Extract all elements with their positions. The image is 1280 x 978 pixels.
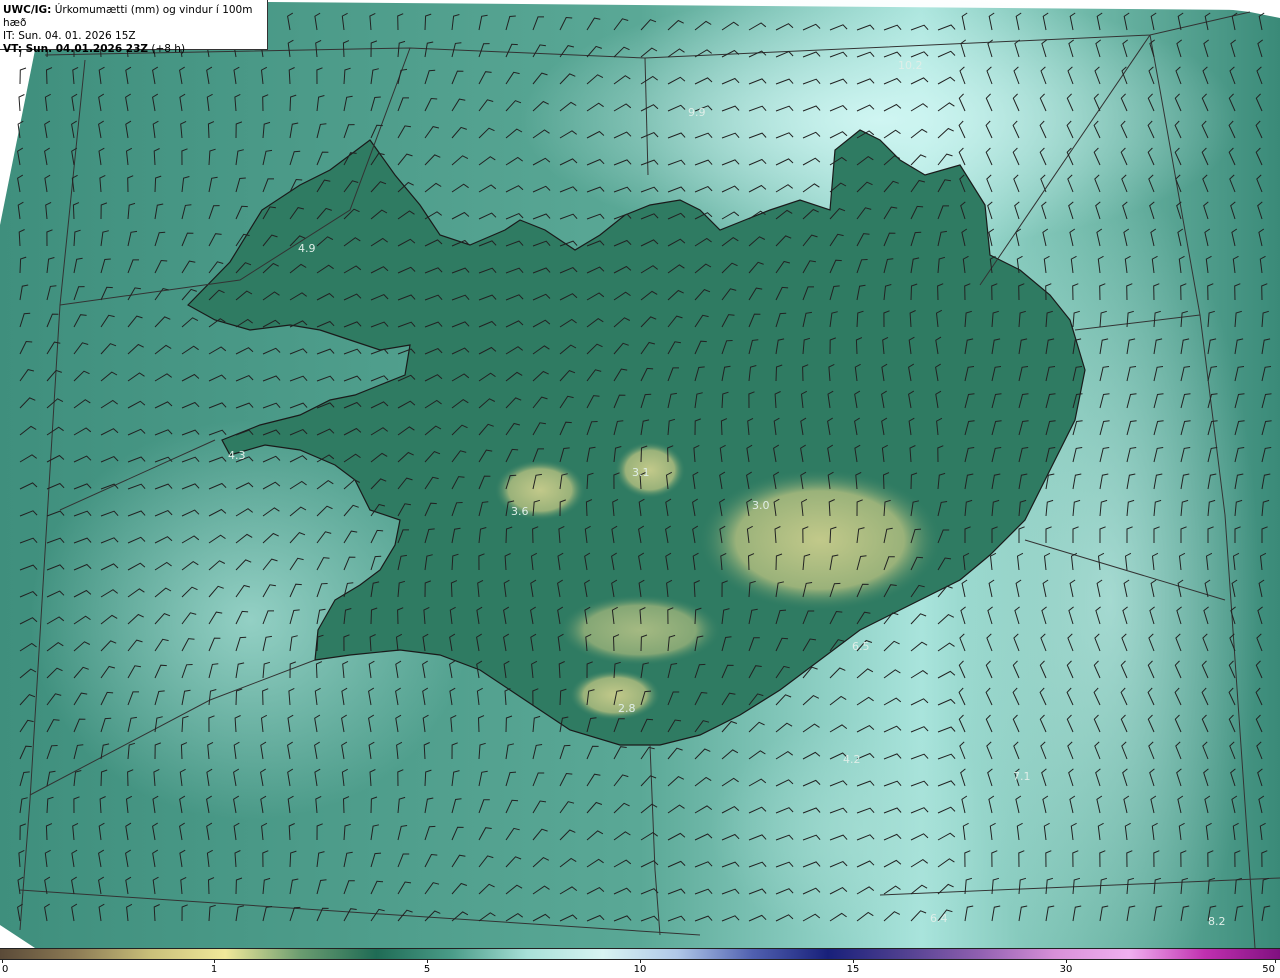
colorbar-tick [427,960,428,963]
header-line-2: IT: Sun. 04. 01. 2026 15Z [3,30,136,42]
precipitation-map: 10.2 9.9 4.9 4.3 3.6 3.1 3.0 2.8 6.5 4.2… [0,0,1280,948]
value-label: 7.1 [1013,770,1031,783]
value-label: 9.9 [688,106,706,119]
value-label: 3.0 [752,499,770,512]
colorbar-tick-label: 15 [846,964,860,975]
value-label: 4.2 [843,753,861,766]
glacier-vatnajokull [700,470,940,610]
highland-south [560,595,720,665]
glacier-langjokull [495,460,585,520]
header-line-1: UWC/IG: Úrkomumætti (mm) og vindur í 100… [3,4,253,29]
value-label: 8.2 [1208,915,1226,928]
header-info-box: UWC/IG: Úrkomumætti (mm) og vindur í 100… [0,0,268,55]
colorbar-tick [1275,960,1276,963]
glacier-myrdalsjokull [570,670,660,720]
value-label: 2.8 [618,702,636,715]
value-label: 3.6 [511,505,529,518]
colorbar: 0 1 5 10 15 30 50 [0,948,1280,978]
colorbar-gradient [0,948,1280,960]
colorbar-tick [853,960,854,963]
colorbar-tick-label: 0 [2,964,9,975]
value-label: 3.1 [632,466,650,479]
colorbar-tick [2,960,3,963]
value-label: 10.2 [898,59,923,72]
value-label: 4.3 [228,449,246,462]
colorbar-tick-label: 50 [1262,964,1275,975]
colorbar-tick [1066,960,1067,963]
colorbar-tick [214,960,215,963]
value-label: 4.9 [298,242,316,255]
colorbar-tick [640,960,641,963]
colorbar-tick-label: 1 [210,964,218,975]
colorbar-tick-label: 10 [633,964,647,975]
glacier-hofsjokull [615,442,685,498]
value-label: 6.4 [930,912,948,925]
colorbar-tick-label: 30 [1059,964,1073,975]
colorbar-tick-label: 5 [423,964,431,975]
value-label: 6.5 [852,640,870,653]
header-line-3: VT: Sun. 04.01.2026 23Z (+8 h) [3,43,186,55]
